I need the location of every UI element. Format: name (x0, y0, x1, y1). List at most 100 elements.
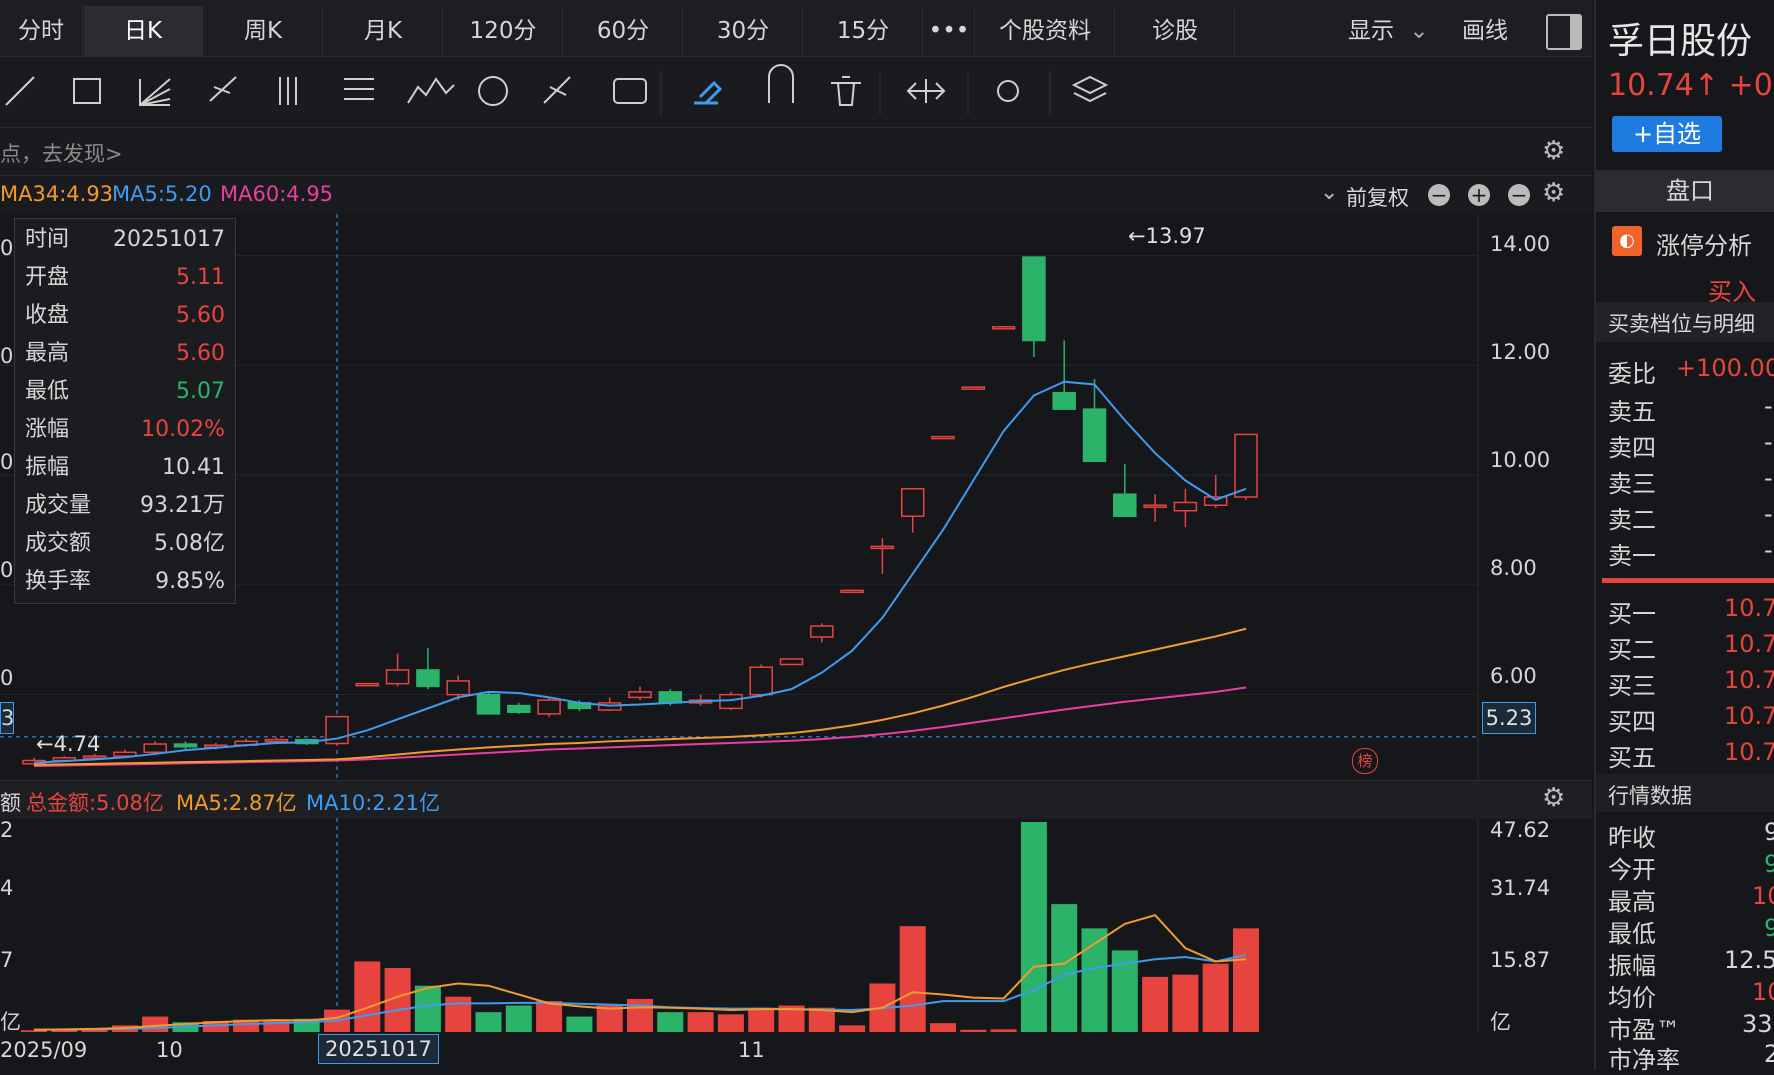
volume-legend-bar: 额 总金额:5.08亿 MA5:2.87亿 MA10:2.21亿 ⚙ (0, 780, 1592, 819)
market-data-title: 行情数据 (1608, 784, 1692, 808)
magnet-icon (768, 64, 794, 103)
min-price-marker: ←4.74 (36, 732, 101, 756)
date-tick-label: 11 (738, 1038, 765, 1062)
max-price-marker: ←13.97 (1128, 224, 1206, 248)
candle-body (537, 699, 561, 715)
volume-bar (1051, 904, 1078, 1032)
stock-name: 孚日股份 (1608, 21, 1753, 62)
candle-body (82, 755, 107, 759)
tab-weekly-k[interactable]: 周K (204, 6, 323, 56)
gear-icon[interactable]: ⚙ (1542, 136, 1565, 166)
tab-diagnosis[interactable]: 诊股 (1116, 6, 1235, 56)
add-watchlist-button[interactable]: +自选 (1612, 116, 1722, 152)
period-tab-bar: 分时 日K 周K 月K 120分 60分 30分 15分 ••• 个股资料 诊股… (0, 0, 1592, 57)
volume-bar (414, 985, 441, 1032)
market-pb-value: 2 (1764, 1040, 1774, 1068)
channel-tool-icon (209, 76, 237, 102)
more-tabs-button[interactable]: ••• (924, 6, 975, 56)
gear-icon[interactable]: ⚙ (1542, 178, 1565, 208)
display-dropdown[interactable]: 显示 ⌄ (1348, 6, 1429, 56)
tooltip-row: 成交量 93.21万 (25, 493, 225, 518)
order-book-detail-link[interactable]: 买卖档位与明细 (1608, 308, 1755, 338)
gear-icon[interactable]: ⚙ (1542, 783, 1565, 813)
wave-tool-icon (407, 77, 455, 104)
gann-tool-icon (543, 76, 571, 104)
tab-stock-profile[interactable]: 个股资料 (976, 6, 1115, 56)
tooltip-row: 换手率 9.85% (25, 569, 225, 594)
candle-body (1234, 433, 1258, 498)
kline-chart[interactable]: 14.00 12.00 10.00 8.00 6.00 5.23 3 0 0 0… (0, 214, 1592, 780)
tooltip-row: 成交额 5.08亿 (25, 531, 225, 556)
candle-body (1173, 501, 1198, 512)
quote-panel: 孚日股份 10.74↑ +0. +自选 盘口 ◐ 涨停分析 买入 买卖档位与明细… (1594, 0, 1774, 1074)
market-prev-close-label: 昨收 (1608, 824, 1656, 852)
sell-level-3-value: - (1764, 464, 1773, 492)
volume-bar (627, 998, 653, 1032)
volume-bar (717, 1014, 744, 1032)
tab-intraday[interactable]: 分时 (0, 6, 83, 56)
volume-svg (21, 818, 1479, 1032)
volume-bar (839, 1025, 866, 1032)
minimize-icon[interactable]: − (1508, 184, 1530, 206)
ma5-legend: MA5:5.20 (112, 182, 212, 206)
price-tick-label: 8.00 (1490, 556, 1537, 580)
info-hint-bar: 点，去发现> ⚙ (0, 128, 1592, 176)
market-prev-close-value: 9 (1764, 818, 1774, 846)
left-axis-label: 0 (0, 344, 14, 368)
panel-toggle-icon[interactable] (1546, 14, 1582, 50)
tab-120min[interactable]: 120分 (444, 6, 563, 56)
discover-link[interactable]: 点，去发现> (0, 138, 123, 168)
tooltip-row: 最高 5.60 (25, 341, 225, 366)
market-open-value: 9 (1764, 850, 1774, 878)
candle-body (446, 680, 470, 696)
draw-line-button[interactable]: 画线 (1462, 6, 1508, 56)
total-amount-legend: 总金额:5.08亿 (26, 791, 164, 815)
candle-body (476, 693, 501, 715)
volume-bar (1233, 928, 1259, 1032)
candle-body (1203, 496, 1228, 506)
chevron-down-icon: ⌄ (1320, 180, 1339, 205)
settings-gear-icon (997, 80, 1019, 102)
expand-tool-icon (906, 79, 946, 103)
trash-icon (831, 76, 861, 106)
tab-60min[interactable]: 60分 (564, 6, 683, 56)
tab-pankou[interactable]: 盘口 (1596, 170, 1774, 212)
zoom-in-icon[interactable]: + (1468, 184, 1490, 206)
buy-level-5-value: 10.7 (1724, 738, 1774, 766)
sell-level-2: 卖二 (1608, 506, 1656, 534)
candle-body (355, 682, 380, 687)
limit-up-analysis-link[interactable]: 涨停分析 (1656, 226, 1752, 261)
line-tool-icon (5, 76, 35, 106)
tooltip-row: 时间 20251017 (25, 227, 225, 252)
buy-level-2-value: 10.7 (1724, 630, 1774, 658)
candle-body (173, 743, 198, 748)
candle-body (810, 625, 834, 638)
tab-15min[interactable]: 15分 (804, 6, 923, 56)
tab-30min[interactable]: 30分 (684, 6, 803, 56)
weibi-value: +100.00 (1676, 354, 1774, 382)
vol-left-label: 额 (0, 791, 21, 815)
highlighter-icon (694, 80, 723, 105)
adjust-dropdown[interactable]: 前复权 (1346, 182, 1409, 212)
tab-daily-k[interactable]: 日K (84, 6, 203, 56)
left-axis-label: 0 (0, 558, 14, 582)
candle-body (416, 669, 440, 688)
left-axis-label: 0 (0, 236, 14, 260)
date-axis: 2025/09 10 20251017 11 (0, 1032, 1592, 1070)
ma34-legend: MA34:4.93 (0, 182, 114, 206)
sell-level-4: 卖四 (1608, 434, 1656, 462)
tab-monthly-k[interactable]: 月K (324, 6, 443, 56)
left-axis-label: 0 (0, 666, 14, 690)
price-tick-label: 12.00 (1490, 340, 1551, 364)
zoom-out-icon[interactable]: − (1428, 184, 1450, 206)
volume-chart[interactable]: 47.62 31.74 15.87 亿 2 4 7 亿 (0, 818, 1592, 1034)
candle-body (658, 691, 683, 704)
rank-badge[interactable]: 榜 (1352, 748, 1378, 774)
vol-left-label: 7 (0, 948, 14, 972)
volume-tick-label: 15.87 (1490, 948, 1551, 972)
sell-level-5-value: - (1764, 392, 1773, 420)
candle-tooltip: 时间 20251017 开盘 5.11 收盘 5.60 最高 5.60 最低 5.07 涨… (14, 218, 236, 604)
volume-bar (354, 961, 381, 1032)
candle-body (961, 386, 986, 390)
candle-body (749, 666, 773, 696)
